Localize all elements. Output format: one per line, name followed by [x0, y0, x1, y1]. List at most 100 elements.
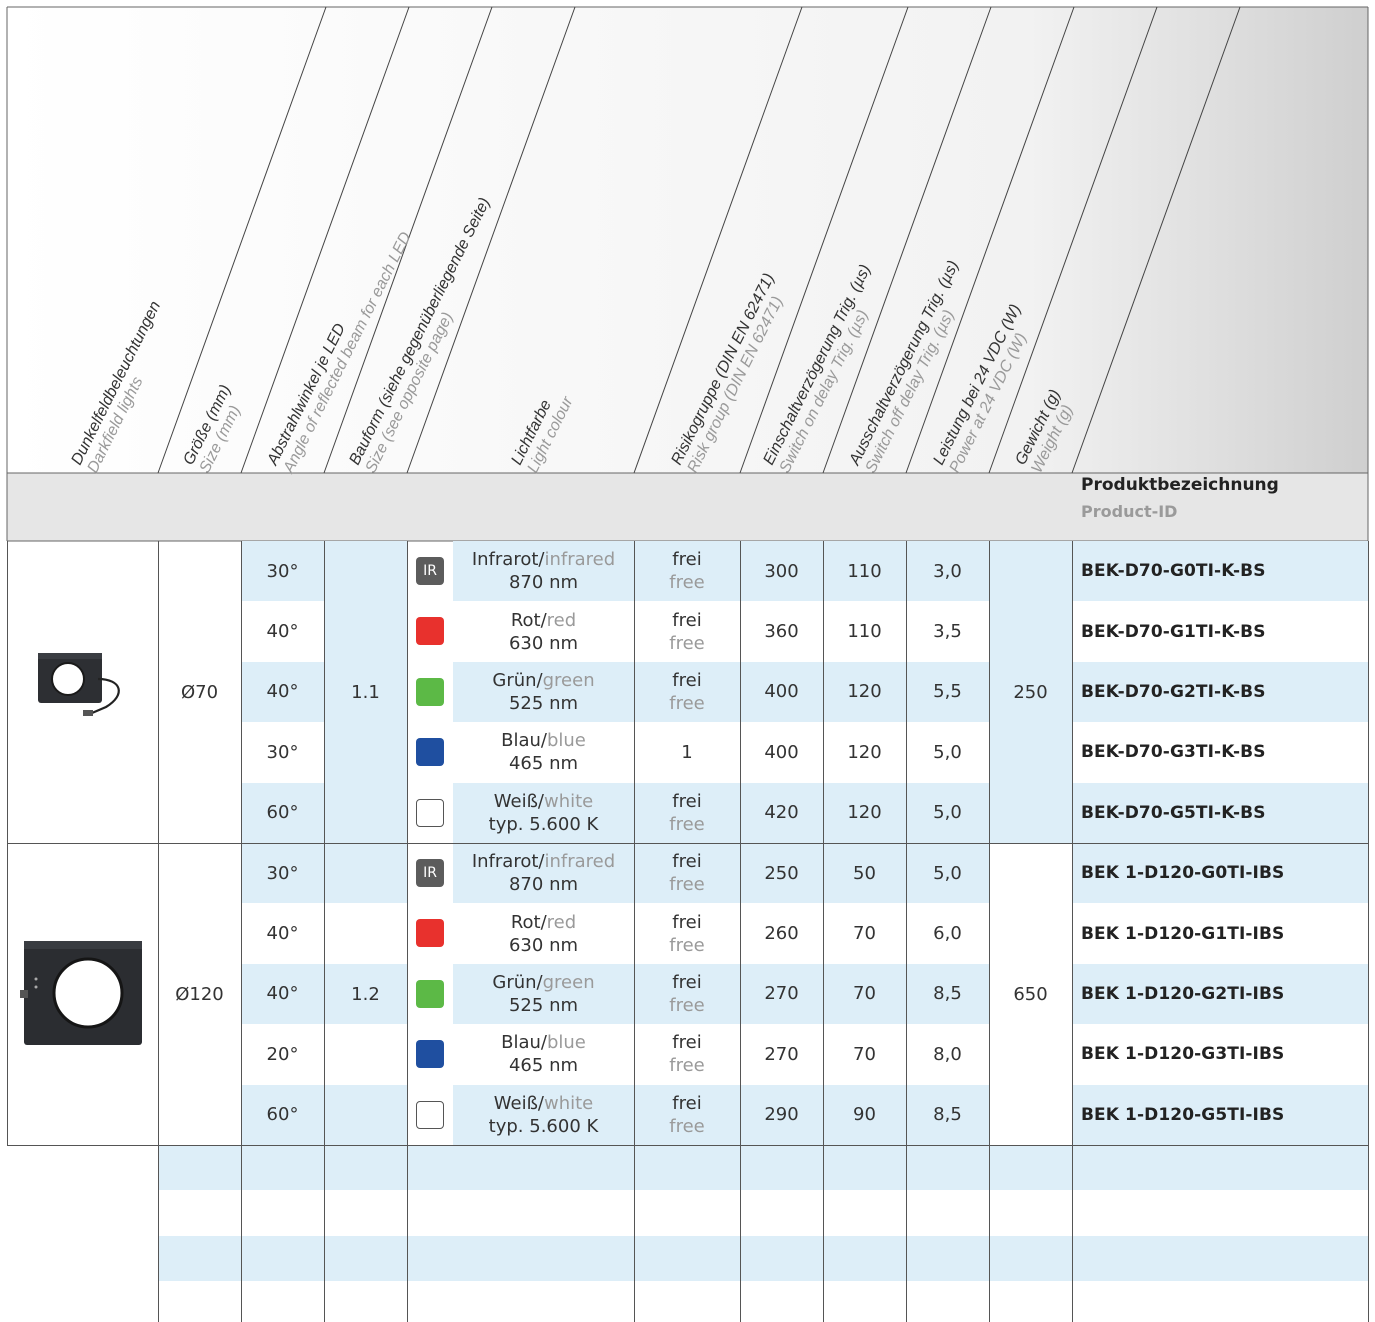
column-divider: [1072, 541, 1073, 1322]
angle-cell: 20°: [266, 1043, 299, 1065]
product-id-cell: BEK 1-D120-G3TI-IBS: [1081, 1044, 1285, 1065]
risk-group-de: frei: [672, 790, 702, 812]
wavelength: 630 nm: [508, 632, 579, 654]
angle-cell: 60°: [266, 1104, 299, 1126]
angle-cell: 40°: [266, 621, 299, 643]
switch-on-delay-cell: 270: [764, 983, 799, 1005]
light-colour-cell: Infrarot/infrared 870 nm: [453, 843, 634, 903]
angle-cell: 60°: [266, 802, 299, 824]
switch-off-delay-cell: 90: [853, 1104, 876, 1126]
angle-cell: 40°: [266, 983, 299, 1005]
power-cell: 8,5: [933, 1104, 962, 1126]
power-cell: 5,5: [933, 681, 962, 703]
power-cell: 5,0: [933, 802, 962, 824]
switch-off-delay-cell: 50: [853, 862, 876, 884]
size-cell: Ø120: [175, 983, 224, 1005]
risk-group-cell: frei free: [634, 601, 740, 661]
risk-group-cell: frei free: [634, 903, 740, 963]
risk-group-cell: frei free: [634, 1024, 740, 1084]
green-swatch: [416, 979, 444, 1008]
light-colour-de: Grün/: [492, 669, 543, 691]
red-swatch: [416, 919, 444, 948]
switch-on-delay-cell: 360: [764, 621, 799, 643]
power-cell: 5,0: [933, 741, 962, 763]
switch-on-delay-cell: 420: [764, 802, 799, 824]
blue-swatch: [416, 738, 444, 767]
risk-group-en: free: [669, 874, 705, 896]
light-colour-de: Infrarot/: [471, 549, 545, 571]
risk-group-en: free: [669, 1115, 705, 1137]
wavelength: 870 nm: [508, 572, 579, 594]
empty-row-band: [158, 1145, 1368, 1190]
light-colour-en: white: [543, 790, 594, 812]
form-cell: 1.2: [351, 983, 380, 1005]
wavelength: 465 nm: [508, 753, 579, 775]
power-cell: 3,0: [933, 560, 962, 582]
light-colour-cell: Infrarot/infrared 870 nm: [453, 541, 634, 601]
light-colour-de: Blau/: [501, 1032, 547, 1054]
infrared-swatch: IR: [416, 859, 444, 887]
light-colour-en: white: [543, 1092, 594, 1114]
wavelength: typ. 5.600 K: [488, 813, 599, 835]
risk-group-de: frei: [672, 911, 702, 933]
column-divider: [634, 541, 635, 1322]
wavelength: 525 nm: [508, 994, 579, 1016]
weight-cell: 650: [1013, 983, 1048, 1005]
light-colour-en: red: [546, 609, 577, 631]
risk-group-en: free: [669, 692, 705, 714]
group-divider: [7, 843, 1368, 844]
risk-group-cell: frei free: [634, 1085, 740, 1145]
group-divider: [7, 1145, 1368, 1146]
light-colour-cell: Grün/green 525 nm: [453, 964, 634, 1024]
switch-off-delay-cell: 70: [853, 923, 876, 945]
risk-group-cell: frei free: [634, 964, 740, 1024]
darkfield-light-d120-image: [20, 941, 142, 1045]
column-divider: [407, 541, 408, 1322]
table-right-border: [1368, 541, 1369, 1322]
angle-cell: 30°: [266, 741, 299, 763]
green-swatch: [416, 677, 444, 706]
light-colour-name: Weiß/white: [494, 790, 594, 813]
column-divider: [740, 541, 741, 1322]
risk-group-cell: frei free: [634, 662, 740, 722]
switch-off-delay-cell: 70: [853, 983, 876, 1005]
size-cell: Ø70: [180, 681, 219, 703]
light-colour-en: infrared: [544, 851, 616, 873]
light-colour-en: blue: [546, 1032, 586, 1054]
light-colour-en: infrared: [544, 549, 616, 571]
weight-cell: 250: [1013, 681, 1048, 703]
white-swatch: [416, 798, 444, 827]
risk-group-de: frei: [672, 1032, 702, 1054]
light-colour-cell: Blau/blue 465 nm: [453, 722, 634, 782]
light-colour-cell: Weiß/white typ. 5.600 K: [453, 783, 634, 843]
light-colour-name: Infrarot/infrared: [472, 850, 615, 873]
blue-swatch: [416, 1040, 444, 1069]
column-divider: [158, 541, 159, 1322]
risk-group-de: frei: [672, 549, 702, 571]
light-colour-name: Grün/green: [492, 669, 594, 692]
risk-group-en: free: [669, 572, 705, 594]
darkfield-light-d70-image: [38, 653, 120, 716]
column-divider: [324, 541, 325, 1322]
product-id-cell: BEK 1-D120-G1TI-IBS: [1081, 923, 1285, 944]
light-colour-en: green: [542, 669, 595, 691]
angle-cell: 30°: [266, 862, 299, 884]
risk-group-de: frei: [672, 609, 702, 631]
angle-cell: 40°: [266, 923, 299, 945]
switch-on-delay-cell: 260: [764, 923, 799, 945]
risk-group-de: frei: [672, 971, 702, 993]
switch-on-delay-cell: 300: [764, 560, 799, 582]
light-colour-name: Grün/green: [492, 971, 594, 994]
light-colour-cell: Rot/red 630 nm: [453, 601, 634, 661]
product-id-cell: BEK 1-D120-G5TI-IBS: [1081, 1104, 1285, 1125]
risk-group-en: free: [669, 994, 705, 1016]
product-id-cell: BEK 1-D120-G2TI-IBS: [1081, 983, 1285, 1004]
risk-group-cell: frei free: [634, 541, 740, 601]
switch-off-delay-cell: 120: [847, 681, 882, 703]
red-swatch: [416, 617, 444, 646]
light-colour-de: Rot/: [510, 911, 547, 933]
risk-group-en: free: [669, 813, 705, 835]
risk-group-en: free: [669, 632, 705, 654]
light-colour-name: Rot/red: [511, 911, 576, 934]
wavelength: 870 nm: [508, 874, 579, 896]
